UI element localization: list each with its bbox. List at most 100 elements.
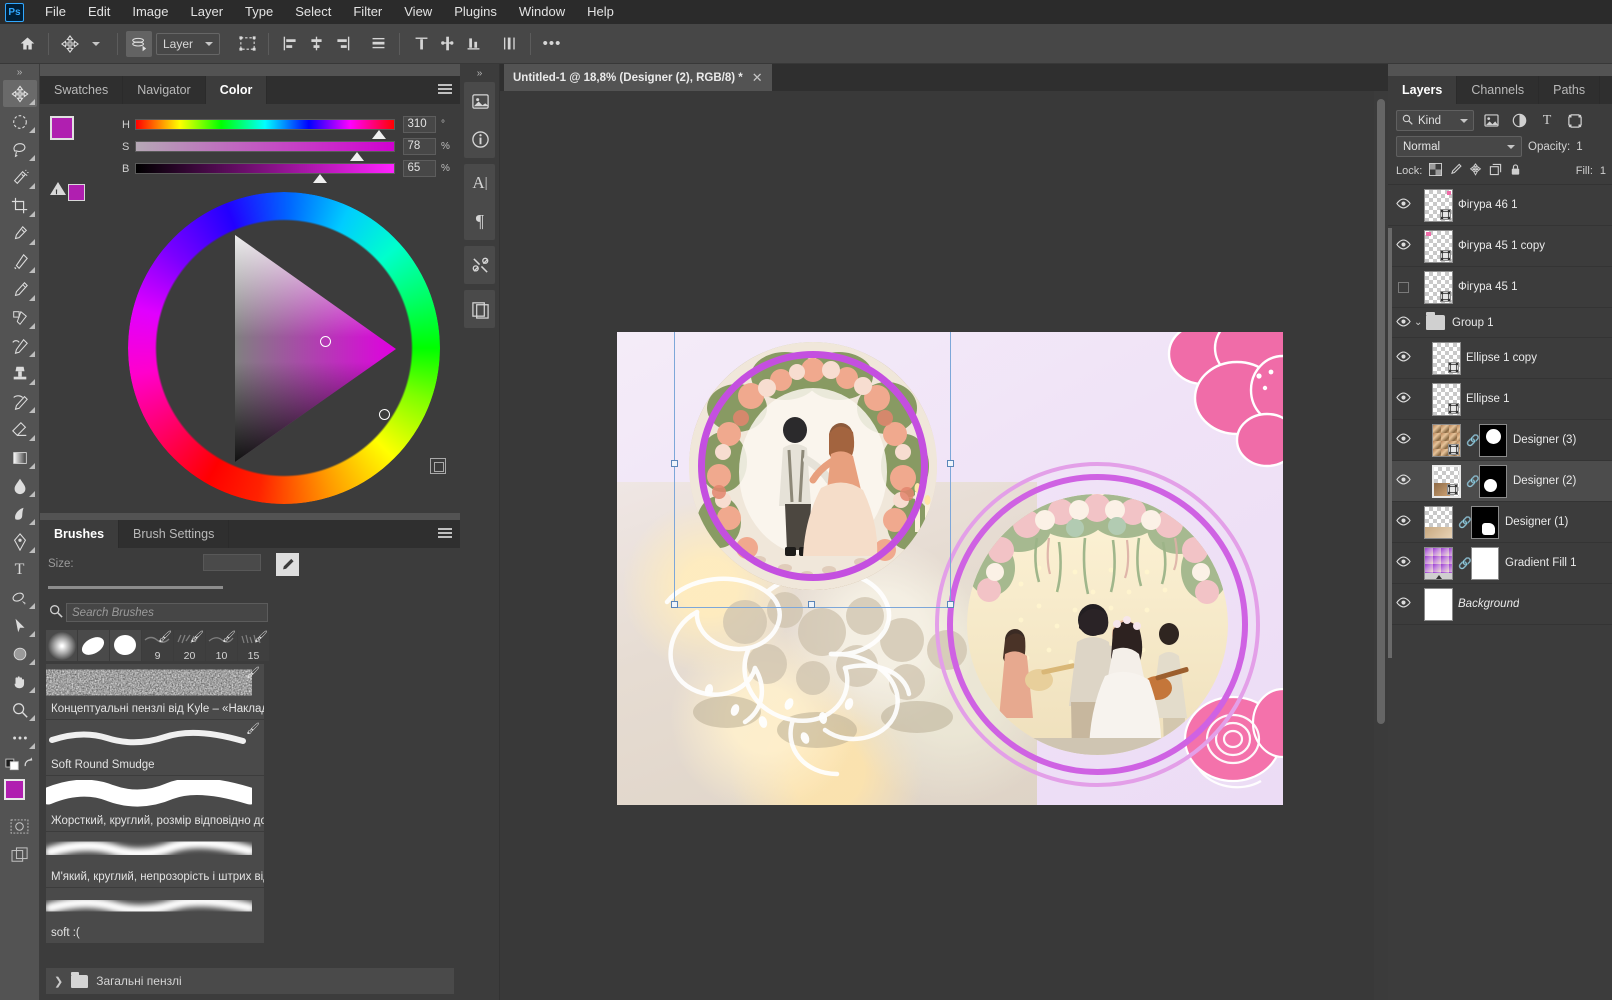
blur-tool[interactable] [3,472,37,499]
move-tool[interactable] [2,80,37,107]
layer-name[interactable]: Gradient Fill 1 [1505,557,1577,569]
layer-name[interactable]: Фігура 45 1 [1458,281,1517,293]
panel-menu-icon[interactable] [438,528,452,540]
brightness-slider-thumb[interactable] [312,174,327,183]
layer-thumbnail[interactable] [1424,229,1453,263]
foreground-background-colors[interactable] [3,777,37,813]
menu-help[interactable]: Help [576,0,625,24]
paragraph-icon[interactable]: ¶ [464,202,496,240]
table-row[interactable]: 🔗 Designer (3) [1388,420,1612,461]
align-top-edges-icon[interactable] [365,31,391,57]
layer-name[interactable]: Designer (2) [1513,475,1576,487]
table-row[interactable]: 🔗 Gradient Fill 1 [1388,543,1612,584]
chevron-down-icon[interactable] [83,31,109,57]
layer-mask-thumbnail[interactable] [1471,546,1499,580]
tab-paths[interactable]: Paths [1539,76,1601,104]
menu-layer[interactable]: Layer [180,0,235,24]
color-swatches[interactable] [50,116,88,152]
crop-tool[interactable] [3,192,37,219]
menu-type[interactable]: Type [234,0,284,24]
saturation-slider-thumb[interactable] [349,152,364,161]
eye-icon[interactable] [1392,515,1414,529]
gradient-fill-thumbnail[interactable] [1424,546,1453,580]
filter-pixel-icon[interactable] [1480,110,1502,131]
align-horizontal-centers-icon[interactable] [303,31,329,57]
canvas-vertical-scrollbar-thumb[interactable] [1377,99,1385,724]
eye-icon[interactable] [1392,474,1414,488]
filter-adjustment-icon[interactable] [1508,110,1530,131]
layer-name[interactable]: Фігура 46 1 [1458,199,1517,211]
list-item[interactable]: 🖌 Концептуальні пензлі від Kyle – «Накла… [46,664,264,720]
clone-stamp[interactable] [3,360,37,387]
brush-preset-soft-round[interactable] [46,630,77,661]
transform-handle-bottom-center[interactable] [808,601,815,608]
align-left-edges-icon[interactable] [277,31,303,57]
magic-wand-tool[interactable] [3,164,37,191]
eye-icon[interactable] [1392,433,1414,447]
foreground-color-swatch[interactable] [50,116,74,140]
distribute-left-edges-icon[interactable] [496,31,522,57]
link-mask-icon[interactable]: 🔗 [1466,434,1480,447]
list-item[interactable]: Жорсткий, круглий, розмір відповідно до … [46,776,264,832]
layer-name[interactable]: Background [1458,598,1519,610]
tab-channels[interactable]: Channels [1457,76,1540,104]
gradient-tool[interactable] [3,444,37,471]
brush-list[interactable]: 🖌 Концептуальні пензлі від Kyle – «Накла… [46,664,264,960]
menu-file[interactable]: File [34,0,77,24]
lock-all-icon[interactable] [1509,163,1522,179]
brush-preset-hard-round[interactable] [110,630,141,661]
menu-view[interactable]: View [393,0,443,24]
brush-preset-10[interactable]: 🖌 10 [206,630,237,661]
transform-handle-bottom-left[interactable] [671,601,678,608]
layer-thumbnail[interactable] [1424,270,1453,304]
search-brushes-input[interactable] [66,603,268,622]
table-row[interactable]: Фігура 46 1 [1388,185,1612,226]
layer-thumbnail[interactable] [1432,464,1461,498]
layer-mask-thumbnail[interactable] [1471,505,1499,539]
layer-list[interactable]: Фігура 46 1 Фігура 45 1 copy Фігура 45 1… [1388,184,1612,658]
hue-slider-track[interactable] [134,119,395,139]
eye-icon[interactable] [1392,392,1414,406]
table-row[interactable]: Ellipse 1 copy [1388,338,1612,379]
brightness-slider-track[interactable] [134,163,395,183]
table-row[interactable]: Ellipse 1 [1388,379,1612,420]
eye-icon[interactable] [1392,198,1414,212]
hue-slider-thumb[interactable] [371,130,386,139]
type-tool[interactable]: T [3,556,37,583]
table-row[interactable]: Background [1388,584,1612,625]
menu-window[interactable]: Window [508,0,576,24]
tab-brushes[interactable]: Brushes [40,520,120,548]
list-item[interactable]: 🖌 Soft Round Smudge [46,720,264,776]
hand-tool[interactable] [3,668,37,695]
default-colors-and-swap[interactable] [3,752,37,774]
menu-plugins[interactable]: Plugins [443,0,508,24]
character-icon[interactable]: A | [464,164,496,202]
brightness-value-input[interactable]: 65 [402,160,436,177]
lock-transparent-pixels-icon[interactable] [1429,163,1443,179]
pen-tool[interactable] [3,528,37,555]
fill-value[interactable]: 1 [1600,165,1606,177]
eye-off-icon[interactable] [1392,281,1414,293]
history-brush-tool[interactable] [3,332,37,359]
align-right-edges-icon[interactable] [329,31,355,57]
transform-handle-middle-left[interactable] [671,460,678,467]
list-item[interactable]: М'який, круглий, непрозорість і штрих ві… [46,832,264,888]
layer-thumbnail[interactable] [1432,423,1461,457]
tool-presets-icon[interactable] [464,246,496,284]
ellipse-tool[interactable] [3,640,37,667]
brush-folder-row[interactable]: ❯ Загальні пензлі [46,968,454,994]
info-icon[interactable] [464,120,496,158]
document-tab[interactable]: Untitled-1 @ 18,8% (Designer (2), RGB/8)… [504,64,772,91]
foreground-color-swatch[interactable] [3,779,25,800]
libraries-icon[interactable] [464,82,496,120]
hue-marker[interactable] [379,409,390,420]
quick-mask-button[interactable] [3,813,37,840]
lasso-tool[interactable] [3,136,37,163]
tab-brush-settings[interactable]: Brush Settings [119,520,230,548]
table-row[interactable]: 🔗 Designer (1) [1388,502,1612,543]
chevron-right-icon[interactable]: ❯ [54,975,63,988]
eye-icon[interactable] [1392,556,1414,570]
eye-icon[interactable] [1392,597,1414,611]
saturation-slider-track[interactable] [134,141,395,161]
photo-circle-1[interactable] [689,342,937,590]
